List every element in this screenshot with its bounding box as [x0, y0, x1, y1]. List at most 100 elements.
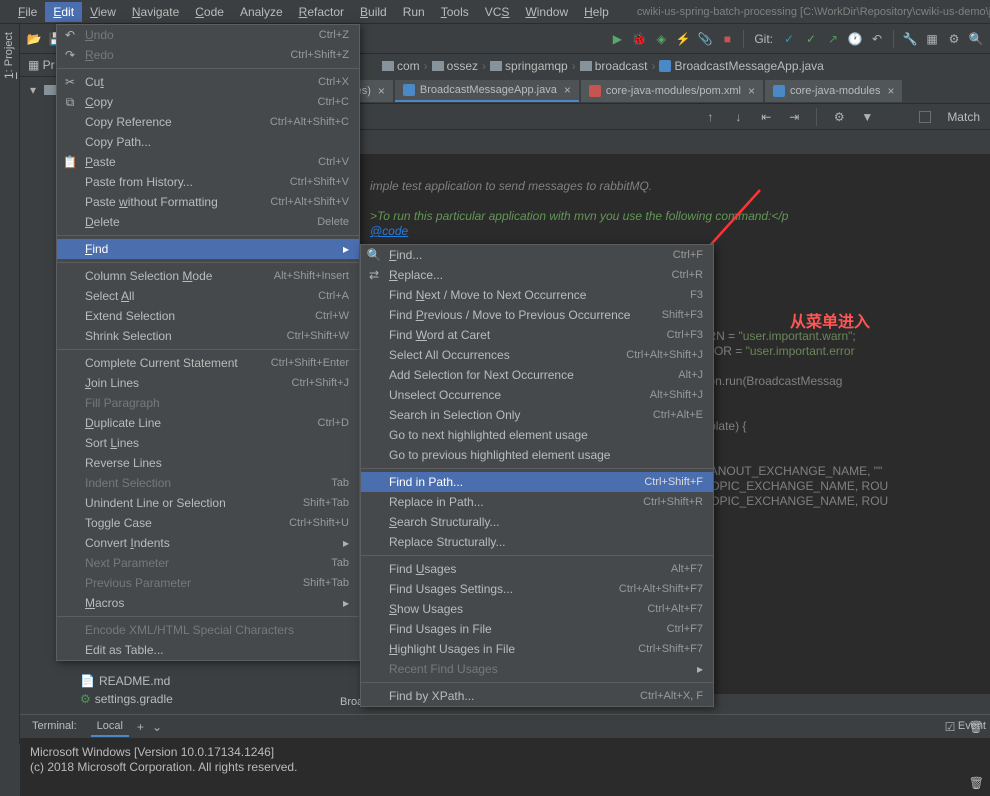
menu-item-find-previous-move-to-previous-occurrence[interactable]: Find Previous / Move to Previous Occurre…	[361, 305, 713, 325]
nav-arrow-icon[interactable]: ↑	[702, 109, 718, 125]
menu-code[interactable]: Code	[187, 2, 232, 22]
menu-navigate[interactable]: Navigate	[124, 2, 187, 22]
project-side-tab[interactable]: 1: Project	[0, 24, 18, 87]
menu-item-delete[interactable]: DeleteDelete	[57, 212, 359, 232]
tree-item[interactable]: ⚙ settings.gradle	[60, 690, 177, 708]
menu-item-go-to-next-highlighted-element-usage[interactable]: Go to next highlighted element usage	[361, 425, 713, 445]
menu-item-complete-current-statement[interactable]: Complete Current StatementCtrl+Shift+Ent…	[57, 353, 359, 373]
breadcrumb-item[interactable]: springamqp	[490, 59, 568, 73]
close-icon[interactable]: ×	[887, 84, 894, 98]
close-icon[interactable]: ×	[378, 84, 385, 98]
tree-item[interactable]: 📄 README.md	[60, 672, 177, 690]
menu-item-find-usages-settings-[interactable]: Find Usages Settings...Ctrl+Alt+Shift+F7	[361, 579, 713, 599]
menu-item-paste-without-formatting[interactable]: Paste without FormattingCtrl+Alt+Shift+V	[57, 192, 359, 212]
menu-item-find[interactable]: Find▸	[57, 239, 359, 259]
menu-edit[interactable]: Edit	[45, 2, 82, 22]
menu-item-reverse-lines[interactable]: Reverse Lines	[57, 453, 359, 473]
menu-item-go-to-previous-highlighted-element-usage[interactable]: Go to previous highlighted element usage	[361, 445, 713, 465]
editor-tab[interactable]: BroadcastMessageApp.java×	[395, 80, 579, 102]
terminal-body[interactable]: Microsoft Windows [Version 10.0.17134.12…	[20, 739, 990, 781]
menu-item-toggle-case[interactable]: Toggle CaseCtrl+Shift+U	[57, 513, 359, 533]
menu-item-shrink-selection[interactable]: Shrink SelectionCtrl+Shift+W	[57, 326, 359, 346]
more-icon[interactable]: ⌄	[152, 720, 162, 734]
match-checkbox[interactable]	[919, 111, 931, 123]
close-icon[interactable]: ×	[564, 83, 571, 97]
menu-item-unindent-line-or-selection[interactable]: Unindent Line or SelectionShift+Tab	[57, 493, 359, 513]
menu-item-cut[interactable]: ✂CutCtrl+X	[57, 72, 359, 92]
menu-refactor[interactable]: Refactor	[291, 2, 352, 22]
menu-item-replace-[interactable]: ⇄Replace...Ctrl+R	[361, 265, 713, 285]
menu-item-show-usages[interactable]: Show UsagesCtrl+Alt+F7	[361, 599, 713, 619]
git-history-icon[interactable]: 🕐	[847, 31, 863, 47]
debug-icon[interactable]: 🐞	[631, 31, 647, 47]
coverage-icon[interactable]: ◈	[653, 31, 669, 47]
breadcrumb-item[interactable]: ossez	[432, 59, 478, 73]
run-icon[interactable]: ▶	[609, 31, 625, 47]
menu-item-extend-selection[interactable]: Extend SelectionCtrl+W	[57, 306, 359, 326]
wrench-icon[interactable]: 🔧	[902, 31, 918, 47]
menu-item-find-in-path-[interactable]: Find in Path...Ctrl+Shift+F	[361, 472, 713, 492]
structure-icon[interactable]: ▦	[924, 31, 940, 47]
menu-item-macros[interactable]: Macros▸	[57, 593, 359, 613]
menu-item-duplicate-line[interactable]: Duplicate LineCtrl+D	[57, 413, 359, 433]
open-icon[interactable]: 📂	[26, 31, 42, 47]
menu-item-find-[interactable]: 🔍Find...Ctrl+F	[361, 245, 713, 265]
menu-run[interactable]: Run	[395, 2, 433, 22]
menu-item-find-word-at-caret[interactable]: Find Word at CaretCtrl+F3	[361, 325, 713, 345]
menu-item-copy[interactable]: ⧉CopyCtrl+C	[57, 92, 359, 112]
breadcrumb-item[interactable]: BroadcastMessageApp.java	[659, 59, 823, 73]
stop-icon[interactable]: ■	[719, 31, 735, 47]
nav-arrow-icon[interactable]: ⇤	[758, 109, 774, 125]
sdk-icon[interactable]: ⚙	[946, 31, 962, 47]
profile-icon[interactable]: ⚡	[675, 31, 691, 47]
select-icon[interactable]: ☑	[942, 719, 958, 735]
terminal-label[interactable]: Terminal:	[26, 717, 83, 737]
settings-icon[interactable]: ⚙	[831, 109, 847, 125]
git-update-icon[interactable]: ✓	[781, 31, 797, 47]
menu-item-find-by-xpath-[interactable]: Find by XPath...Ctrl+Alt+X, F	[361, 686, 713, 706]
menu-item-find-next-move-to-next-occurrence[interactable]: Find Next / Move to Next OccurrenceF3	[361, 285, 713, 305]
menu-help[interactable]: Help	[576, 2, 617, 22]
menu-item-find-usages[interactable]: Find UsagesAlt+F7	[361, 559, 713, 579]
menu-item-search-in-selection-only[interactable]: Search in Selection OnlyCtrl+Alt+E	[361, 405, 713, 425]
add-tab-icon[interactable]: +	[137, 720, 144, 734]
menu-item-sort-lines[interactable]: Sort Lines	[57, 433, 359, 453]
trash-icon[interactable]: 🗑	[969, 776, 984, 790]
menu-build[interactable]: Build	[352, 2, 395, 22]
menu-item-convert-indents[interactable]: Convert Indents▸	[57, 533, 359, 553]
project-dropdown[interactable]: ▦ Pr	[28, 58, 55, 72]
menu-item-paste-from-history-[interactable]: Paste from History...Ctrl+Shift+V	[57, 172, 359, 192]
menu-item-highlight-usages-in-file[interactable]: Highlight Usages in FileCtrl+Shift+F7	[361, 639, 713, 659]
menu-item-join-lines[interactable]: Join LinesCtrl+Shift+J	[57, 373, 359, 393]
search-everywhere-icon[interactable]: 🔍	[968, 31, 984, 47]
menu-item-unselect-occurrence[interactable]: Unselect OccurrenceAlt+Shift+J	[361, 385, 713, 405]
menu-window[interactable]: Window	[517, 2, 576, 22]
menu-analyze[interactable]: Analyze	[232, 2, 291, 22]
terminal-local-tab[interactable]: Local	[91, 717, 129, 737]
filter-icon[interactable]: ▼	[859, 109, 875, 125]
menu-item-column-selection-mode[interactable]: Column Selection ModeAlt+Shift+Insert	[57, 266, 359, 286]
menu-item-find-usages-in-file[interactable]: Find Usages in FileCtrl+F7	[361, 619, 713, 639]
menu-item-paste[interactable]: 📋PasteCtrl+V	[57, 152, 359, 172]
menu-item-edit-as-table-[interactable]: Edit as Table...	[57, 640, 359, 660]
menu-item-search-structurally-[interactable]: Search Structurally...	[361, 512, 713, 532]
menu-item-copy-reference[interactable]: Copy ReferenceCtrl+Alt+Shift+C	[57, 112, 359, 132]
nav-arrow-icon[interactable]: ↓	[730, 109, 746, 125]
menu-item-replace-structurally-[interactable]: Replace Structurally...	[361, 532, 713, 552]
attach-icon[interactable]: 📎	[697, 31, 713, 47]
menu-item-replace-in-path-[interactable]: Replace in Path...Ctrl+Shift+R	[361, 492, 713, 512]
menu-vcs[interactable]: VCS	[477, 2, 518, 22]
menu-item-add-selection-for-next-occurrence[interactable]: Add Selection for Next OccurrenceAlt+J	[361, 365, 713, 385]
menu-item-select-all[interactable]: Select AllCtrl+A	[57, 286, 359, 306]
git-commit-icon[interactable]: ✓	[803, 31, 819, 47]
menu-tools[interactable]: Tools	[433, 2, 477, 22]
menu-item-select-all-occurrences[interactable]: Select All OccurrencesCtrl+Alt+Shift+J	[361, 345, 713, 365]
editor-tab[interactable]: core-java-modules×	[765, 80, 903, 102]
close-icon[interactable]: ×	[748, 84, 755, 98]
editor-tab[interactable]: core-java-modules/pom.xml×	[581, 80, 763, 102]
menu-file[interactable]: File	[10, 2, 45, 22]
git-push-icon[interactable]: ↗	[825, 31, 841, 47]
breadcrumb-item[interactable]: com	[382, 59, 420, 73]
breadcrumb-item[interactable]: broadcast	[580, 59, 648, 73]
git-rollback-icon[interactable]: ↶	[869, 31, 885, 47]
